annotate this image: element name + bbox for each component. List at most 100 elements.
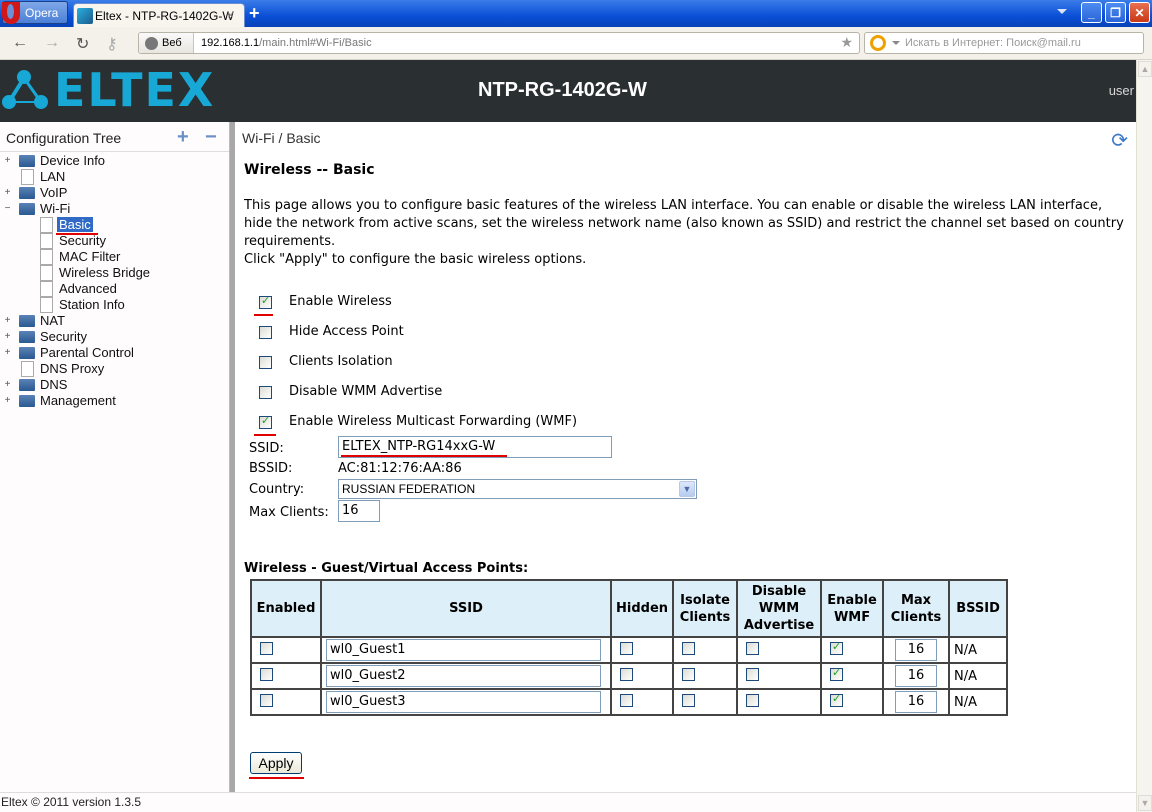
expand-icon[interactable]: + (3, 188, 12, 198)
tree-item-label[interactable]: VoIP (40, 185, 67, 200)
checkbox[interactable] (259, 326, 272, 339)
restore-button[interactable]: ❐ (1105, 2, 1126, 23)
search-field[interactable]: Искать в Интернет: Поиск@mail.ru (864, 32, 1144, 54)
tree-item-label[interactable]: Management (40, 393, 116, 408)
refresh-icon[interactable]: ⟳ (1111, 128, 1128, 153)
tree-item-device-info[interactable]: + Device Info (0, 153, 228, 169)
guest-ssid-input[interactable]: wl0_Guest2 (326, 665, 601, 687)
tree-item-label[interactable]: Device Info (40, 153, 105, 168)
enable-wmf-checkbox[interactable] (830, 692, 844, 707)
max-clients-input[interactable]: 16 (338, 500, 380, 522)
tree-item-mac-filter[interactable]: MAC Filter (0, 249, 228, 265)
tree-item-wi-fi[interactable]: − Wi-Fi (0, 201, 228, 217)
forward-arrow-icon[interactable]: → (44, 34, 60, 52)
chevron-down-icon[interactable]: ▼ (679, 481, 695, 497)
tree-item-label[interactable]: Wi-Fi (40, 201, 70, 216)
guest-max-clients-input[interactable]: 16 (895, 691, 938, 713)
key-icon[interactable]: ⚷ (106, 34, 118, 54)
scroll-up-icon[interactable]: ▲ (1138, 61, 1152, 77)
address-bar[interactable]: Веб 192.168.1.1/main.html#Wi-Fi/Basic ★ (138, 32, 860, 54)
tree-item-parental-control[interactable]: + Parental Control (0, 345, 228, 361)
close-window-button[interactable]: ✕ (1129, 2, 1150, 23)
tree-item-label[interactable]: NAT (40, 313, 65, 328)
folder-icon (19, 379, 35, 391)
expand-icon[interactable]: + (3, 348, 12, 358)
hidden-checkbox[interactable] (620, 693, 633, 707)
tree-item-wireless-bridge[interactable]: Wireless Bridge (0, 265, 228, 281)
web-badge[interactable]: Веб (139, 33, 194, 53)
tree-item-label[interactable]: Parental Control (40, 345, 134, 360)
tab-close-icon[interactable]: × (227, 8, 234, 22)
tree-item-label[interactable]: DNS Proxy (40, 361, 104, 376)
tree-item-lan[interactable]: LAN (0, 169, 228, 185)
collapse-icon[interactable]: − (3, 204, 12, 214)
minimize-button[interactable]: _ (1081, 2, 1102, 23)
country-select[interactable]: RUSSIAN FEDERATION ▼ (338, 479, 697, 499)
browser-tab[interactable]: Eltex - NTP-RG-1402G-W × (73, 3, 245, 27)
tree-item-station-info[interactable]: Station Info (0, 297, 228, 313)
reload-icon[interactable]: ↻ (76, 34, 89, 54)
hidden-checkbox[interactable] (620, 667, 633, 681)
checkbox[interactable] (259, 356, 272, 369)
new-tab-button[interactable]: + (249, 3, 260, 24)
search-engine-dropdown-icon[interactable] (892, 41, 900, 45)
tree-item-nat[interactable]: + NAT (0, 313, 228, 329)
disable-wmm-checkbox[interactable] (746, 667, 760, 681)
tree-item-label[interactable]: Wireless Bridge (59, 265, 150, 280)
guest-max-clients-input[interactable]: 16 (895, 665, 938, 687)
tree-item-label[interactable]: Basic (57, 217, 93, 232)
isolate-clients-checkbox[interactable] (682, 641, 696, 655)
disable-wmm-checkbox[interactable] (746, 693, 760, 707)
disable-wmm-checkbox[interactable] (746, 641, 760, 655)
bookmark-star-icon[interactable]: ★ (840, 34, 853, 51)
tree-item-label[interactable]: DNS (40, 377, 67, 392)
back-arrow-icon[interactable]: ← (12, 34, 28, 52)
guest-ssid-input[interactable]: wl0_Guest1 (326, 639, 601, 661)
tree-item-label[interactable]: Advanced (59, 281, 117, 296)
tree-header: Configuration Tree + − (0, 122, 229, 152)
eltex-logo-icon (0, 68, 50, 112)
tree-item-security[interactable]: + Security (0, 329, 228, 345)
apply-button[interactable]: Apply (250, 752, 302, 774)
checkbox[interactable] (259, 414, 272, 429)
tree-item-label[interactable]: LAN (40, 169, 65, 184)
tree-item-label[interactable]: MAC Filter (59, 249, 120, 264)
expand-icon[interactable]: + (3, 156, 12, 166)
expand-icon[interactable]: + (3, 316, 12, 326)
table-row: wl0_Guest3 16 N/A (250, 688, 1009, 716)
enabled-checkbox[interactable] (260, 641, 273, 655)
vertical-scrollbar[interactable]: ▲ ▼ (1136, 60, 1152, 812)
page-icon (21, 169, 34, 185)
opera-menu-button[interactable]: Opera (2, 1, 68, 24)
checkbox[interactable] (259, 386, 272, 399)
enabled-checkbox[interactable] (260, 693, 273, 707)
tree-item-dns-proxy[interactable]: DNS Proxy (0, 361, 228, 377)
isolate-clients-checkbox[interactable] (682, 667, 696, 681)
tree-item-label[interactable]: Station Info (59, 297, 125, 312)
hidden-checkbox[interactable] (620, 641, 633, 655)
collapse-all-icon[interactable]: − (205, 126, 217, 149)
enable-wmf-checkbox[interactable] (830, 666, 844, 681)
expand-icon[interactable]: + (3, 380, 12, 390)
url-text[interactable]: 192.168.1.1/main.html#Wi-Fi/Basic (201, 37, 372, 49)
expand-all-icon[interactable]: + (177, 126, 189, 149)
expand-icon[interactable]: + (3, 332, 12, 342)
scroll-down-icon[interactable]: ▼ (1138, 795, 1152, 811)
tree-item-voip[interactable]: + VoIP (0, 185, 228, 201)
tree-item-advanced[interactable]: Advanced (0, 281, 228, 297)
checkbox[interactable] (259, 294, 272, 309)
tree-item-label[interactable]: Security (59, 233, 106, 248)
tree-item-label[interactable]: Security (40, 329, 87, 344)
expand-icon[interactable]: + (3, 396, 12, 406)
isolate-clients-checkbox[interactable] (682, 693, 696, 707)
guest-ssid-input[interactable]: wl0_Guest3 (326, 691, 601, 713)
tree-item-security[interactable]: Security (0, 233, 228, 249)
tree-item-dns[interactable]: + DNS (0, 377, 228, 393)
enable-wmf-checkbox[interactable] (830, 640, 844, 655)
tree-item-basic[interactable]: Basic (0, 217, 228, 235)
tree-item-management[interactable]: + Management (0, 393, 228, 409)
enabled-checkbox[interactable] (260, 667, 273, 681)
tree-title: Configuration Tree (6, 130, 122, 146)
guest-max-clients-input[interactable]: 16 (895, 639, 938, 661)
tab-list-dropdown-icon[interactable] (1057, 9, 1067, 14)
